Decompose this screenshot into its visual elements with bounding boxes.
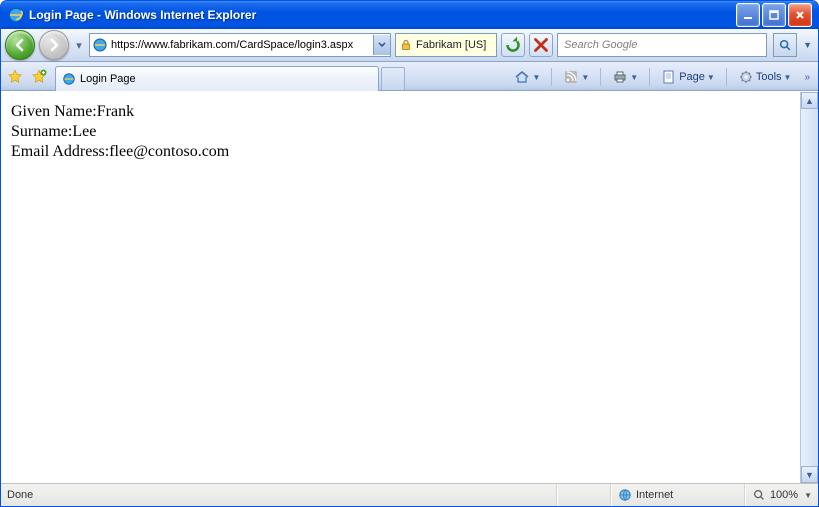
address-bar[interactable]: https://www.fabrikam.com/CardSpace/login… bbox=[89, 33, 391, 57]
minimize-button[interactable] bbox=[736, 3, 760, 27]
ie-page-icon bbox=[62, 72, 76, 86]
internet-zone-icon bbox=[618, 488, 632, 502]
status-text: Done bbox=[1, 484, 39, 506]
page-menu[interactable]: Page▼ bbox=[658, 67, 718, 87]
status-bar: Done Internet 100% ▼ bbox=[1, 483, 818, 506]
zoom-icon bbox=[752, 488, 766, 502]
search-provider-dropdown[interactable]: ▼ bbox=[801, 40, 814, 50]
search-button[interactable] bbox=[773, 33, 797, 57]
stop-button[interactable] bbox=[529, 33, 553, 57]
address-dropdown[interactable] bbox=[373, 35, 390, 55]
window-title: Login Page - Windows Internet Explorer bbox=[29, 8, 256, 22]
refresh-button[interactable] bbox=[501, 33, 525, 57]
status-progress bbox=[558, 484, 610, 506]
content-line: Surname:Lee bbox=[11, 122, 790, 142]
search-input[interactable] bbox=[562, 38, 762, 52]
ie-logo-icon bbox=[7, 6, 25, 24]
tools-menu[interactable]: Tools▼ bbox=[735, 67, 795, 87]
search-box[interactable] bbox=[557, 33, 767, 57]
scroll-up-button[interactable]: ▲ bbox=[801, 92, 818, 109]
maximize-button[interactable] bbox=[762, 3, 786, 27]
print-button[interactable]: ▼ bbox=[609, 67, 641, 87]
home-button[interactable]: ▼ bbox=[511, 67, 543, 87]
zoom-control[interactable]: 100% ▼ bbox=[746, 484, 818, 506]
back-button[interactable] bbox=[5, 30, 35, 60]
certificate-box[interactable]: Fabrikam [US] bbox=[395, 33, 497, 57]
zone-label: Internet bbox=[636, 489, 673, 501]
content-viewport: Given Name:Frank Surname:Lee Email Addre… bbox=[1, 91, 818, 483]
forward-button[interactable] bbox=[39, 30, 69, 60]
tools-menu-label: Tools bbox=[756, 71, 782, 83]
titlebar[interactable]: Login Page - Windows Internet Explorer bbox=[1, 1, 818, 29]
add-favorite-button[interactable] bbox=[29, 67, 49, 87]
tab-title: Login Page bbox=[80, 73, 136, 85]
security-zone[interactable]: Internet bbox=[612, 484, 744, 506]
feeds-button[interactable]: ▼ bbox=[560, 67, 592, 87]
zoom-value: 100% bbox=[770, 489, 798, 501]
navigation-bar: ▾ https://www.fabrikam.com/CardSpace/log… bbox=[1, 29, 818, 62]
page-content: Given Name:Frank Surname:Lee Email Addre… bbox=[1, 92, 800, 483]
toolbar-overflow[interactable]: » bbox=[800, 72, 814, 83]
scroll-down-button[interactable]: ▼ bbox=[801, 466, 818, 483]
vertical-scrollbar[interactable]: ▲ ▼ bbox=[800, 92, 818, 483]
page-menu-label: Page bbox=[679, 71, 705, 83]
certificate-label: Fabrikam [US] bbox=[416, 39, 486, 51]
new-tab-button[interactable] bbox=[381, 67, 405, 90]
window-buttons bbox=[736, 3, 812, 27]
url-text[interactable]: https://www.fabrikam.com/CardSpace/login… bbox=[110, 39, 373, 51]
lock-icon bbox=[400, 39, 412, 51]
ie-window: Login Page - Windows Internet Explorer ▾ bbox=[0, 0, 819, 507]
tab-bar: Login Page ▼ ▼ ▼ Page▼ Tools▼ bbox=[1, 62, 818, 91]
active-tab[interactable]: Login Page bbox=[55, 66, 379, 91]
content-line: Email Address:flee@contoso.com bbox=[11, 142, 790, 162]
page-icon bbox=[92, 37, 108, 53]
close-button[interactable] bbox=[788, 3, 812, 27]
favorites-center-button[interactable] bbox=[5, 67, 25, 87]
content-line: Given Name:Frank bbox=[11, 102, 790, 122]
nav-history-dropdown[interactable]: ▾ bbox=[73, 33, 85, 57]
